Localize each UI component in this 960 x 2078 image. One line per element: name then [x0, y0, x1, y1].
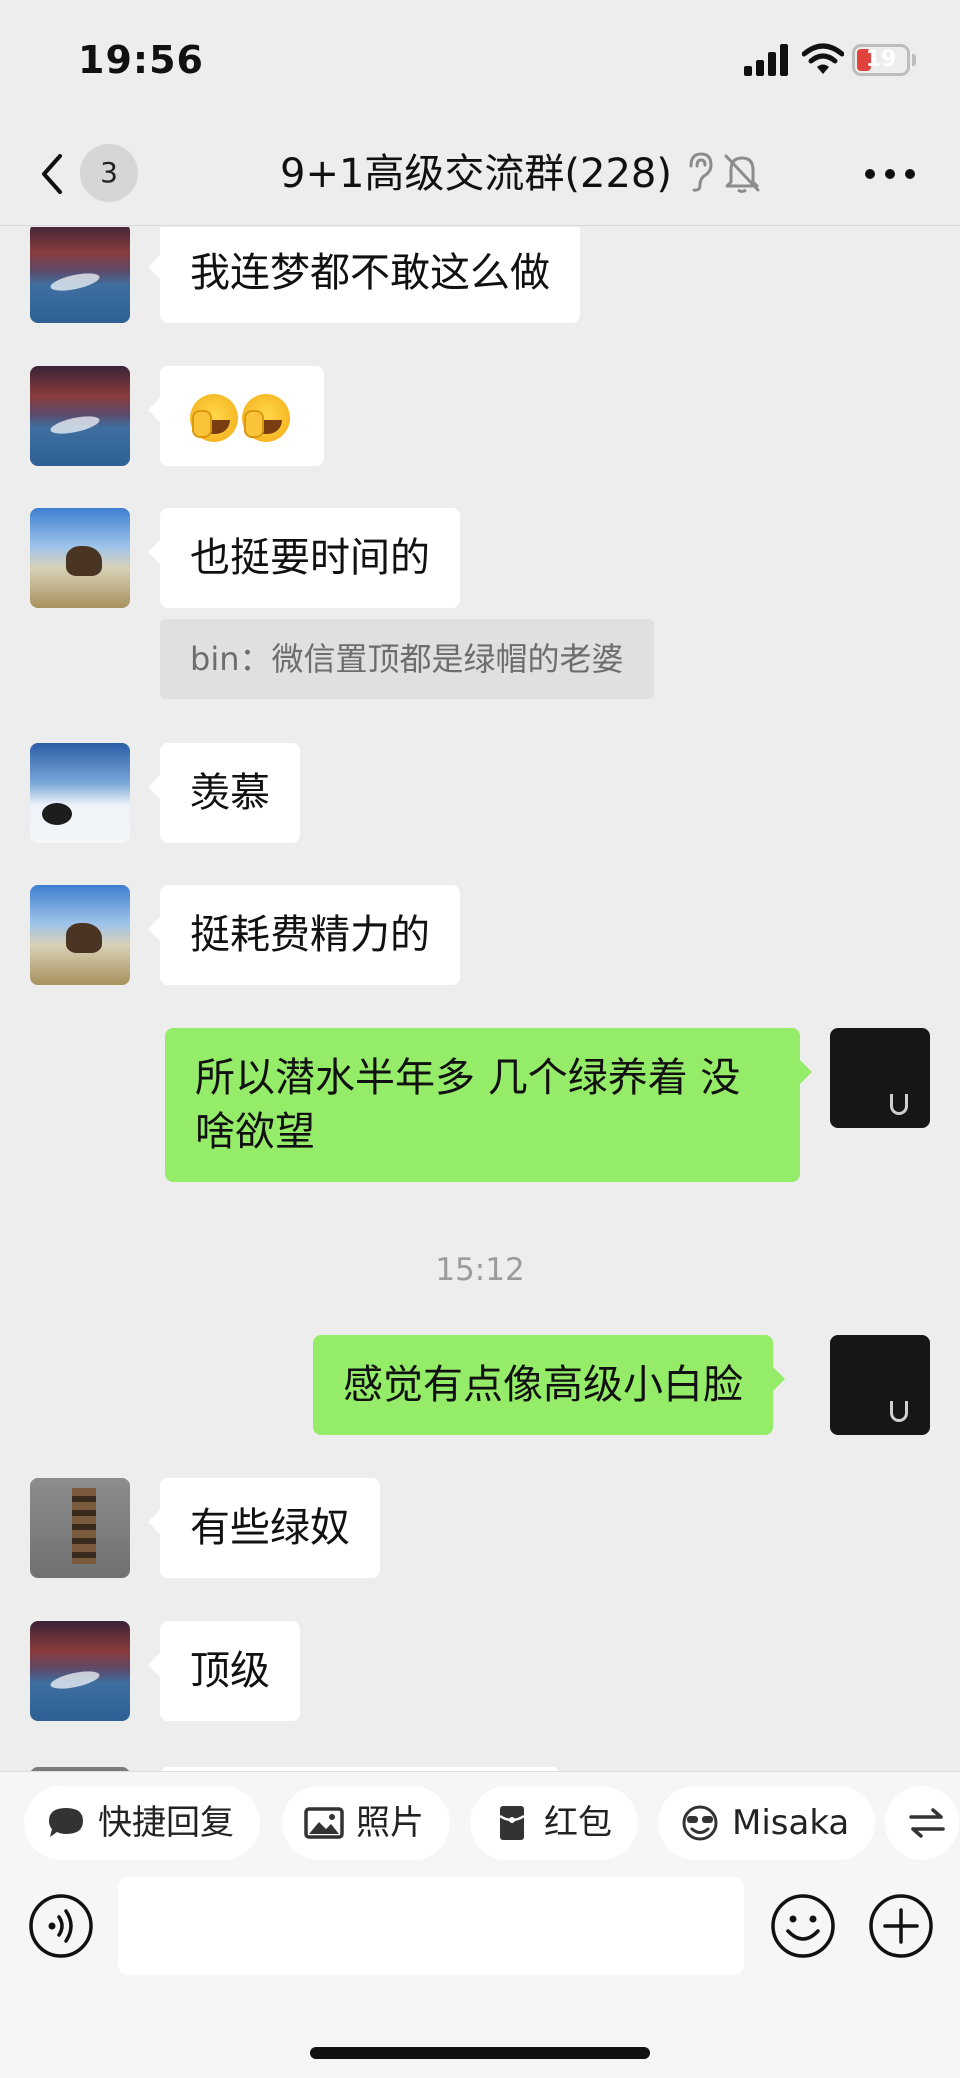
battery-level: 19 — [865, 47, 897, 72]
message-bubble[interactable]: 羡慕 — [148, 743, 300, 843]
image-icon — [304, 1807, 344, 1839]
chat-header: 3 9+1高级交流群(228) — [0, 120, 960, 226]
red-packet-button[interactable]: 红包 — [470, 1786, 638, 1860]
message-bubble[interactable]: 我连梦都不敢这么做 — [148, 227, 580, 323]
bell-off-icon — [724, 154, 760, 193]
smiley-icon[interactable] — [770, 1893, 836, 1959]
battery-icon: 19 — [852, 44, 910, 76]
red-packet-icon — [499, 1806, 525, 1840]
chip-label: Misaka — [732, 1803, 850, 1843]
back-button[interactable]: 3 — [30, 140, 140, 206]
unread-count-badge: 3 — [80, 144, 138, 202]
message-input[interactable] — [118, 1877, 744, 1975]
input-bar — [0, 1871, 960, 2078]
message-bubble[interactable]: 挺耗费精力的 — [148, 885, 460, 985]
sunglasses-icon — [682, 1805, 718, 1841]
facepalm-emoji-icon — [242, 394, 290, 442]
avatar[interactable] — [30, 366, 130, 466]
chip-label: 快捷回复 — [98, 1803, 234, 1843]
avatar[interactable] — [30, 885, 130, 985]
chevron-left-icon — [42, 154, 62, 194]
avatar[interactable] — [830, 1335, 930, 1435]
quick-action-bar: 快捷回复 照片 红包 Misaka — [0, 1771, 960, 1871]
chat-title[interactable]: 9+1高级交流群(228) — [280, 146, 672, 202]
avatar[interactable] — [30, 227, 130, 323]
avatar[interactable] — [830, 1028, 930, 1128]
message-bubble[interactable]: 顶级 — [148, 1621, 300, 1721]
transfer-icon — [909, 1808, 945, 1838]
photo-button[interactable]: 照片 — [282, 1786, 450, 1860]
message-bubble[interactable]: 所以潜水半年多 几个绿养着 没啥欲望 — [165, 1028, 812, 1182]
plus-icon[interactable] — [868, 1893, 934, 1959]
quick-reply-button[interactable]: 快捷回复 — [24, 1786, 260, 1860]
chip-label: 红包 — [544, 1803, 612, 1843]
misaka-button[interactable]: Misaka — [658, 1786, 876, 1860]
chat-bubble-icon — [49, 1808, 83, 1837]
ear-icon — [689, 152, 713, 192]
avatar[interactable] — [30, 508, 130, 608]
battery-tip — [912, 54, 916, 66]
chip-label: 照片 — [356, 1803, 424, 1843]
facepalm-emoji-icon — [190, 394, 238, 442]
signal-icon — [744, 44, 788, 76]
message-bubble[interactable] — [148, 366, 324, 466]
message-bubble[interactable]: 也挺要时间的 — [148, 508, 460, 608]
message-bubble[interactable]: 有些绿奴 — [148, 1478, 380, 1578]
avatar[interactable] — [30, 1478, 130, 1578]
status-bar: 19:56 19 — [0, 0, 960, 120]
message-list[interactable]: 我连梦都不敢这么做 也挺要时间的 bin：微信置顶都是绿帽的老婆 羡慕 挺耗费精… — [0, 227, 960, 1771]
wifi-icon — [802, 43, 844, 74]
avatar[interactable] — [30, 743, 130, 843]
avatar[interactable] — [30, 1621, 130, 1721]
message-bubble[interactable]: 感觉有点像高级小白脸 — [313, 1335, 785, 1435]
quoted-message[interactable]: bin：微信置顶都是绿帽的老婆 — [160, 619, 654, 699]
home-indicator — [310, 2047, 650, 2059]
more-button[interactable] — [862, 156, 918, 192]
transfer-button[interactable] — [885, 1786, 959, 1860]
message-timestamp: 15:12 — [435, 1252, 525, 1288]
voice-icon[interactable] — [28, 1893, 94, 1959]
status-time: 19:56 — [78, 38, 204, 82]
